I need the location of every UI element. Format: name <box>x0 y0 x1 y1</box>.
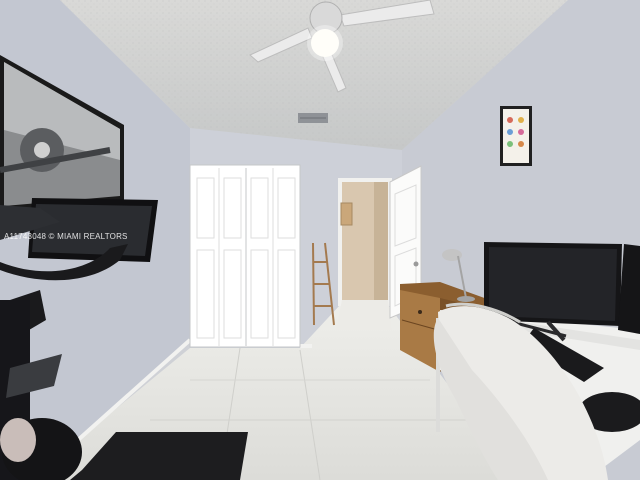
framed-art-small <box>500 106 532 166</box>
photo-watermark: A11743048 © MIAMI REALTORS <box>4 232 128 241</box>
room-photo: A11743048 © MIAMI REALTORS <box>0 0 640 480</box>
closet-doors <box>189 164 301 348</box>
